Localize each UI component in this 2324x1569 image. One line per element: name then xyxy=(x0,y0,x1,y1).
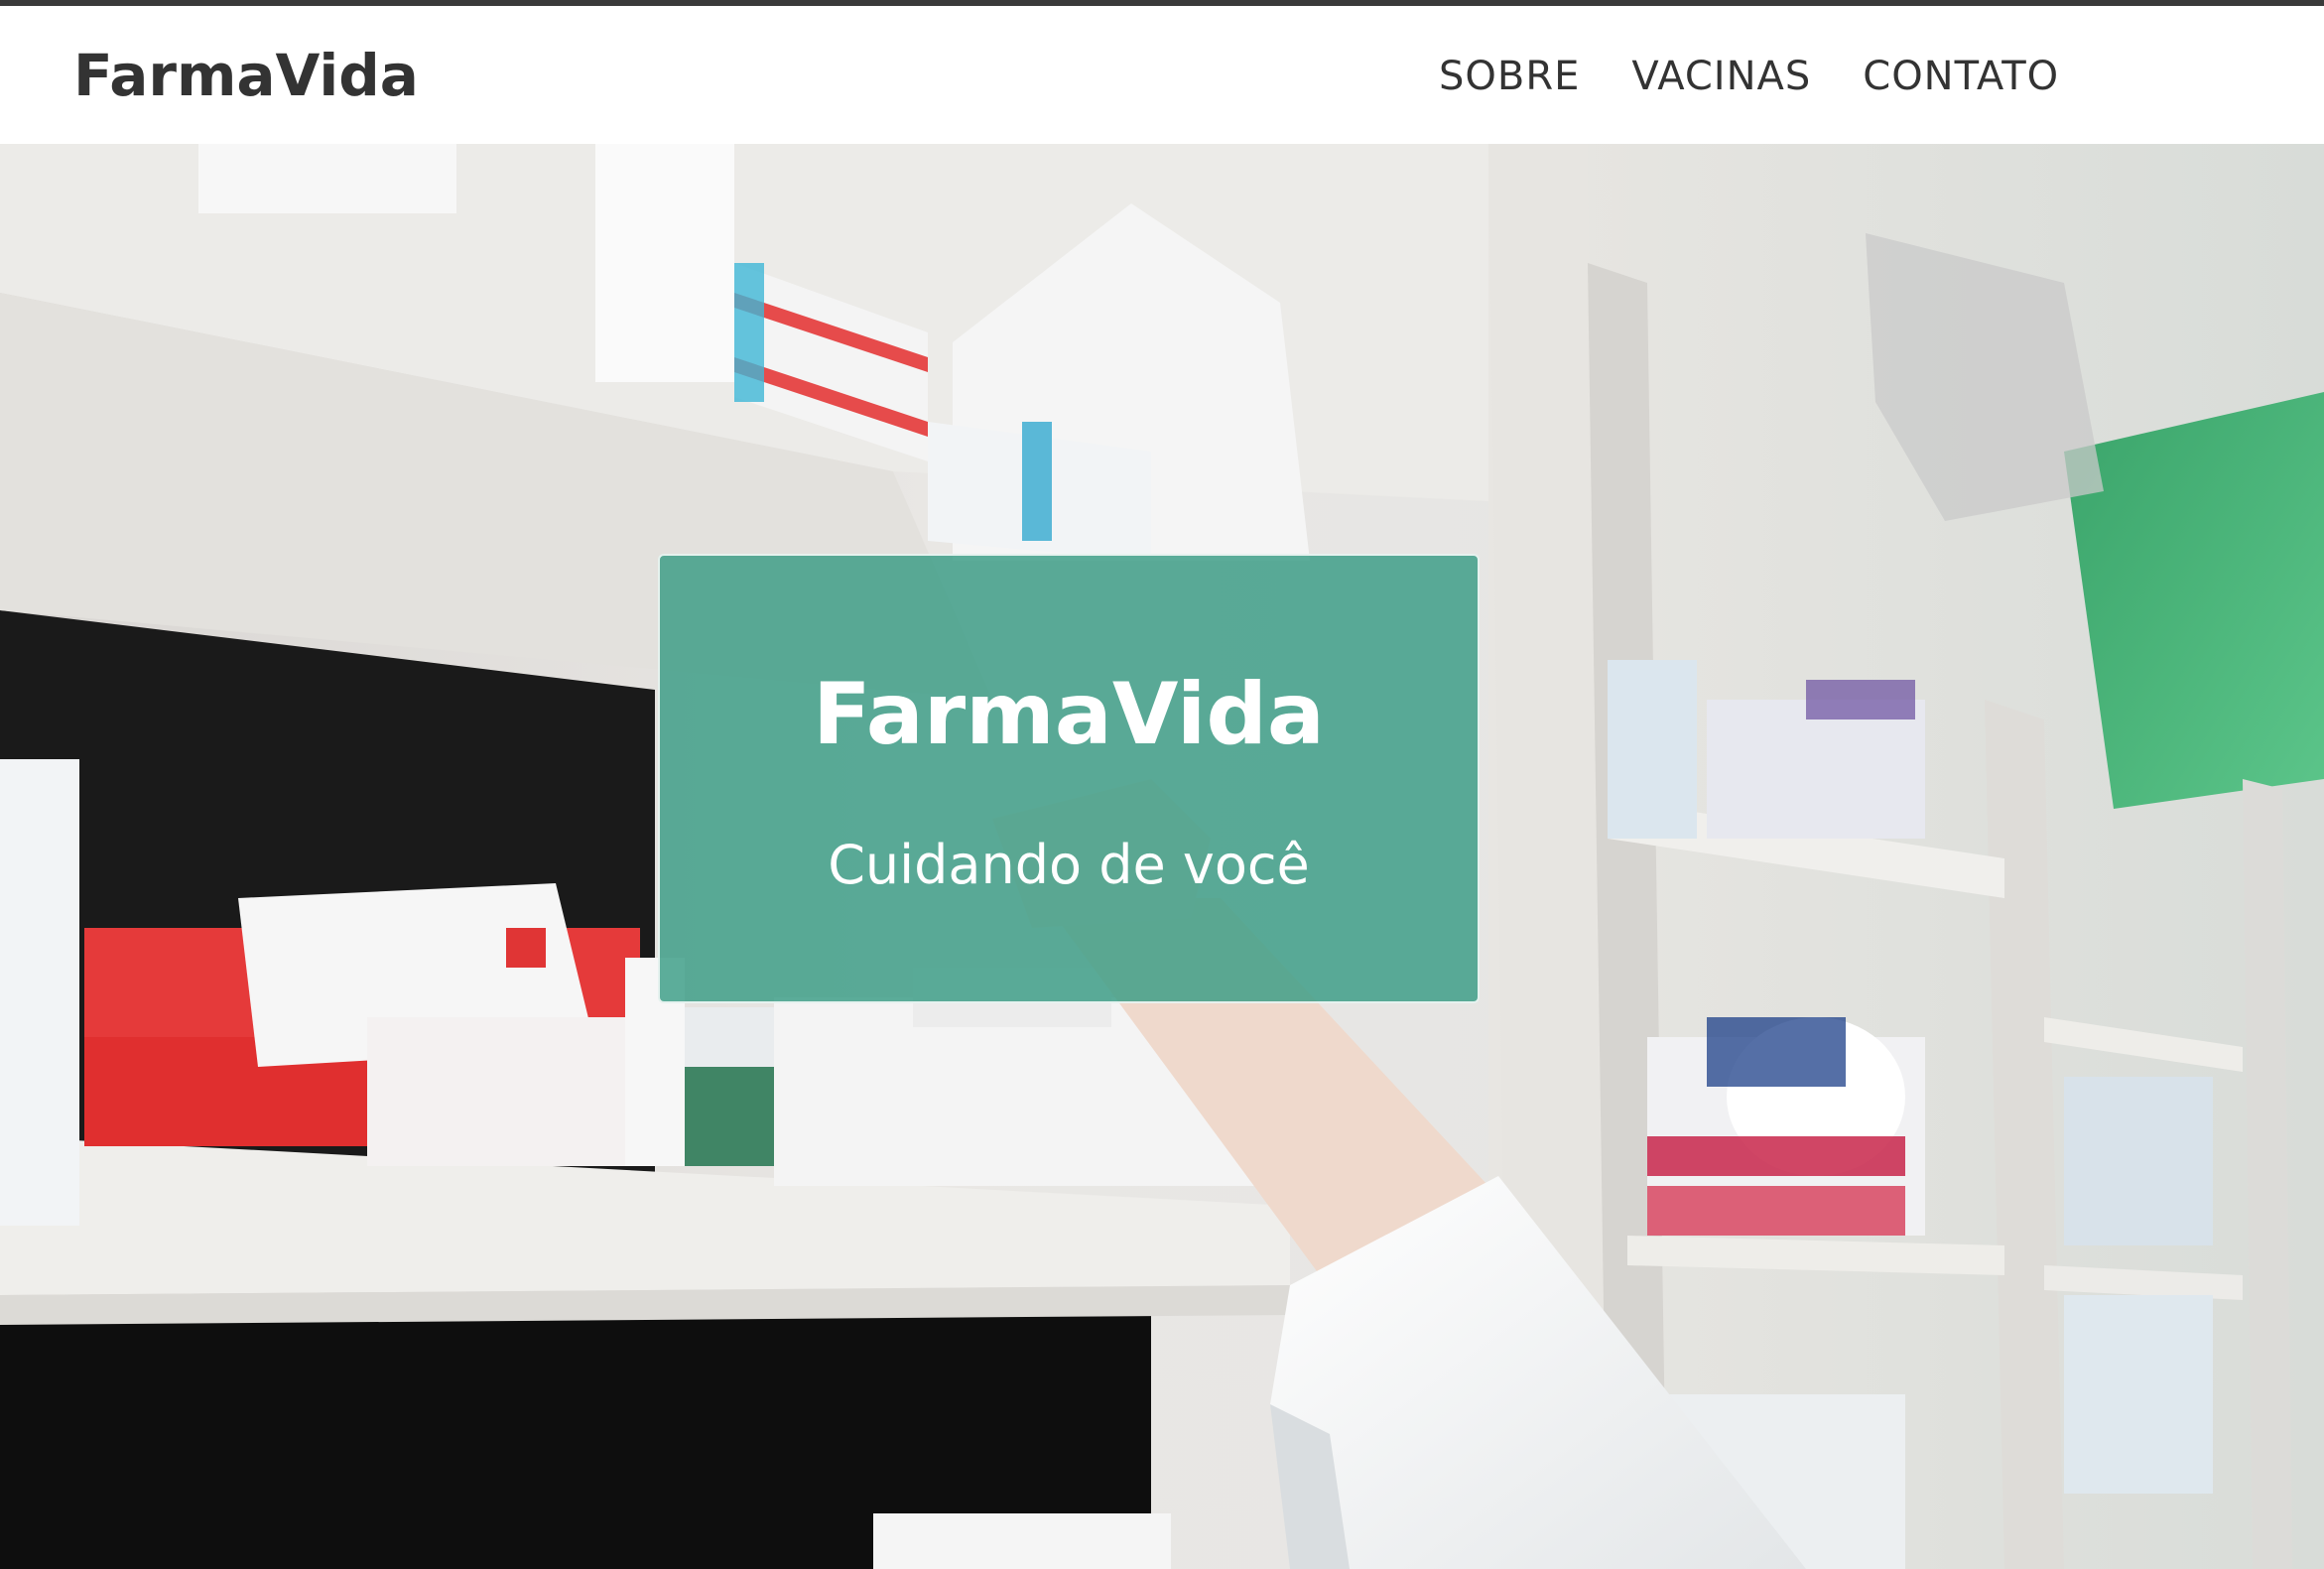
nav-menu: SOBRE VACINAS CONTATO xyxy=(1439,54,2111,99)
hero-title: FarmaVida xyxy=(813,665,1325,764)
hero-card: FarmaVida Cuidando de você xyxy=(658,554,1480,1003)
navbar: FarmaVida SOBRE VACINAS CONTATO xyxy=(0,6,2324,144)
nav-link-vacinas[interactable]: VACINAS xyxy=(1631,54,1811,99)
hero-section: FarmaVida Cuidando de você xyxy=(0,144,2324,1569)
nav-link-contato[interactable]: CONTATO xyxy=(1863,54,2059,99)
brand-logo-link[interactable]: FarmaVida xyxy=(73,42,419,109)
nav-link-sobre[interactable]: SOBRE xyxy=(1439,54,1580,99)
hero-subtitle: Cuidando de você xyxy=(828,834,1310,896)
